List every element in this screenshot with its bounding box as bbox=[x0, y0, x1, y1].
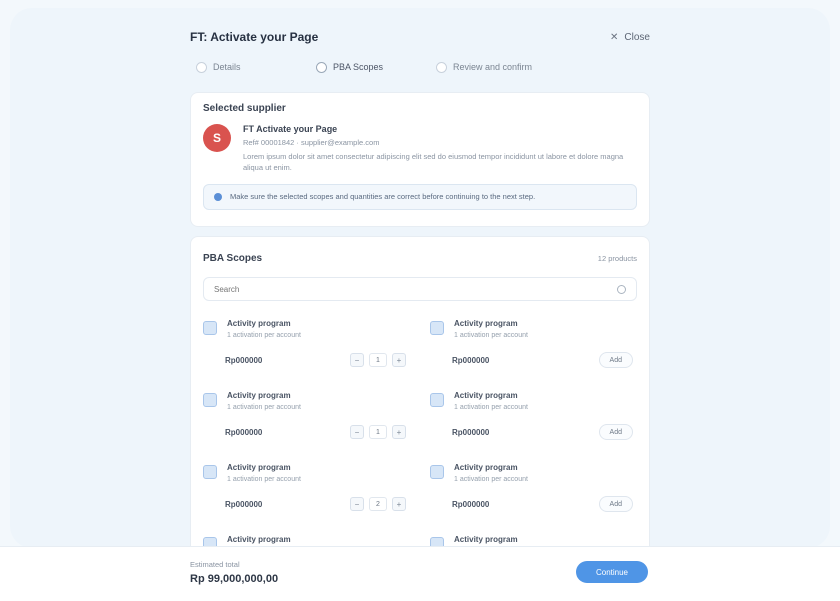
product-bottom: Rp000000 − 2 + bbox=[225, 495, 406, 513]
continue-button[interactable]: Continue bbox=[576, 561, 648, 583]
increase-button[interactable]: + bbox=[392, 353, 406, 367]
product-top: Activity program 1 activation per accoun… bbox=[430, 391, 637, 411]
selected-supplier-card: Selected supplier S FT Activate your Pag… bbox=[190, 92, 650, 227]
quantity-value[interactable]: 2 bbox=[369, 497, 387, 511]
seller-name: FT Activate your Page bbox=[243, 124, 338, 134]
products-count: 12 products bbox=[597, 253, 637, 263]
product-bottom: Rp000000 Add bbox=[452, 423, 633, 441]
tab-label: Details bbox=[213, 62, 241, 72]
product-item: Activity program 1 activation per accoun… bbox=[430, 391, 637, 447]
product-icon bbox=[430, 321, 444, 335]
product-name: Activity program bbox=[227, 535, 291, 544]
product-top: Activity program 1 activation per accoun… bbox=[430, 463, 637, 483]
product-bottom: Rp000000 Add bbox=[452, 351, 633, 369]
total-value: Rp 99,000,000,00 bbox=[190, 573, 279, 585]
product-name: Activity program bbox=[454, 463, 518, 472]
product-description: 1 activation per account bbox=[454, 476, 528, 483]
search-input[interactable] bbox=[214, 284, 594, 294]
add-button[interactable]: Add bbox=[598, 352, 633, 368]
total-label: Estimated total bbox=[190, 560, 240, 569]
increase-button[interactable]: + bbox=[392, 425, 406, 439]
product-price: Rp000000 bbox=[225, 499, 263, 509]
search-box bbox=[203, 277, 637, 301]
footer-bar: Estimated total Rp 99,000,000,00 Continu… bbox=[0, 546, 840, 601]
tab-label: Review and confirm bbox=[453, 62, 533, 72]
quantity-stepper: − 1 + bbox=[350, 425, 406, 439]
product-item: Activity program 1 activation per accoun… bbox=[430, 319, 637, 375]
product-top: Activity program 1 activation per accoun… bbox=[203, 319, 410, 339]
product-price: Rp000000 bbox=[452, 355, 490, 365]
product-name: Activity program bbox=[227, 463, 291, 472]
product-icon bbox=[430, 393, 444, 407]
tab-review[interactable]: Review and confirm bbox=[436, 58, 556, 76]
increase-button[interactable]: + bbox=[392, 497, 406, 511]
product-item: Activity program 1 activation per accoun… bbox=[203, 319, 410, 375]
product-grid: Activity program 1 activation per accoun… bbox=[203, 319, 637, 555]
product-item: Activity program 1 activation per accoun… bbox=[203, 391, 410, 447]
product-top: Activity program 1 activation per accoun… bbox=[203, 463, 410, 483]
avatar: S bbox=[203, 124, 231, 152]
products-card: PBA Scopes 12 products Activity program … bbox=[190, 236, 650, 556]
decrease-button[interactable]: − bbox=[350, 497, 364, 511]
tab-details[interactable]: Details bbox=[196, 58, 316, 76]
quantity-value[interactable]: 1 bbox=[369, 425, 387, 439]
step-dot-icon bbox=[196, 61, 207, 73]
product-top: Activity program 1 activation per accoun… bbox=[203, 391, 410, 411]
decrease-button[interactable]: − bbox=[350, 353, 364, 367]
add-button[interactable]: Add bbox=[598, 424, 633, 440]
product-description: 1 activation per account bbox=[227, 332, 301, 339]
product-price: Rp000000 bbox=[225, 355, 263, 365]
product-icon bbox=[203, 465, 217, 479]
product-icon bbox=[430, 465, 444, 479]
product-item: Activity program 1 activation per accoun… bbox=[430, 463, 637, 519]
product-name: Activity program bbox=[454, 391, 518, 400]
product-description: 1 activation per account bbox=[454, 404, 528, 411]
close-label: Close bbox=[624, 31, 650, 43]
section-title: PBA Scopes bbox=[203, 252, 263, 264]
product-price: Rp000000 bbox=[452, 499, 490, 509]
close-button[interactable]: ✕ Close bbox=[610, 32, 650, 43]
modal-header: FT: Activate your Page ✕ Close bbox=[190, 26, 650, 48]
quantity-value[interactable]: 1 bbox=[369, 353, 387, 367]
stepper-tabs: Details PBA Scopes Review and confirm bbox=[196, 58, 556, 76]
seller-description: Lorem ipsum dolor sit amet consectetur a… bbox=[243, 152, 624, 173]
seller-row: S FT Activate your Page Ref# 00001842 · … bbox=[203, 124, 637, 174]
product-icon bbox=[203, 393, 217, 407]
tab-label: PBA Scopes bbox=[333, 62, 384, 72]
product-top: Activity program 1 activation per accoun… bbox=[430, 319, 637, 339]
step-dot-icon bbox=[436, 61, 447, 73]
product-icon bbox=[203, 321, 217, 335]
product-name: Activity program bbox=[454, 535, 518, 544]
info-notice: Make sure the selected scopes and quanti… bbox=[203, 183, 637, 210]
quantity-stepper: − 1 + bbox=[350, 353, 406, 367]
notice-text: Make sure the selected scopes and quanti… bbox=[230, 192, 536, 201]
step-dot-icon bbox=[316, 61, 327, 73]
product-description: 1 activation per account bbox=[227, 404, 301, 411]
product-bottom: Rp000000 Add bbox=[452, 495, 633, 513]
tab-pba-scopes[interactable]: PBA Scopes bbox=[316, 58, 436, 76]
seller-meta: Ref# 00001842 · supplier@example.com bbox=[243, 138, 380, 147]
close-icon: ✕ bbox=[610, 31, 619, 43]
search-icon bbox=[617, 284, 626, 294]
product-bottom: Rp000000 − 1 + bbox=[225, 351, 406, 369]
section-title: Selected supplier bbox=[203, 103, 286, 114]
info-icon bbox=[214, 192, 222, 201]
product-price: Rp000000 bbox=[452, 427, 490, 437]
product-description: 1 activation per account bbox=[227, 476, 301, 483]
product-price: Rp000000 bbox=[225, 427, 263, 437]
product-name: Activity program bbox=[227, 319, 291, 328]
product-description: 1 activation per account bbox=[454, 332, 528, 339]
product-name: Activity program bbox=[454, 319, 518, 328]
product-name: Activity program bbox=[227, 391, 291, 400]
quantity-stepper: − 2 + bbox=[350, 497, 406, 511]
page-title-text: FT: Activate your Page bbox=[190, 30, 319, 44]
product-bottom: Rp000000 − 1 + bbox=[225, 423, 406, 441]
page-title: FT: Activate your Page bbox=[190, 30, 318, 44]
product-item: Activity program 1 activation per accoun… bbox=[203, 463, 410, 519]
decrease-button[interactable]: − bbox=[350, 425, 364, 439]
add-button[interactable]: Add bbox=[598, 496, 633, 512]
products-header: PBA Scopes 12 products bbox=[203, 247, 637, 269]
